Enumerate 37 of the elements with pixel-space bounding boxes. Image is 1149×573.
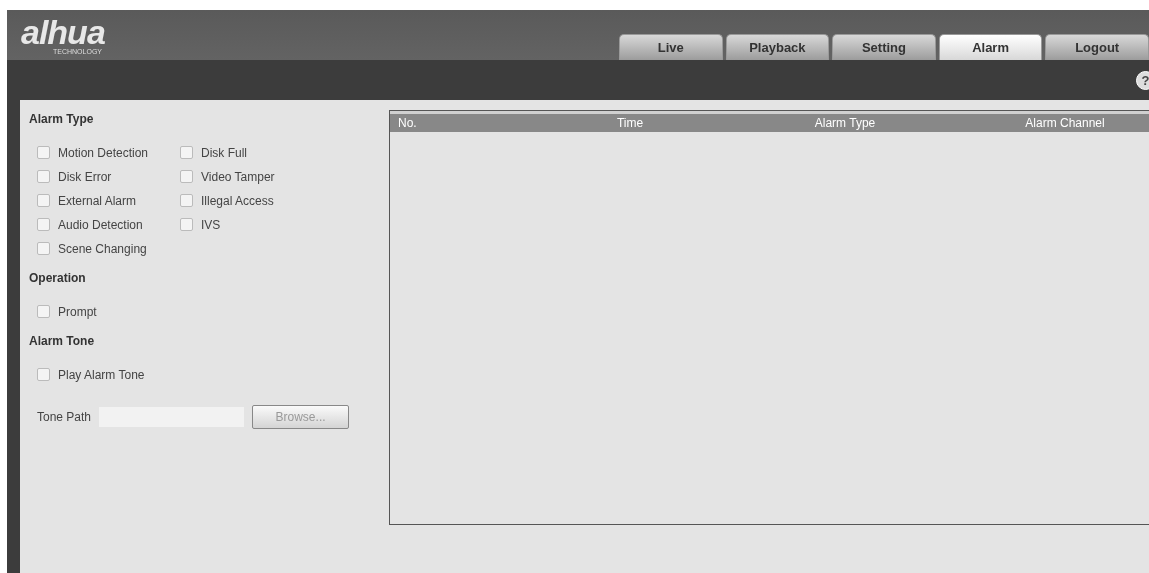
column-header: Alarm Channel: [1024, 115, 1106, 132]
nav-tab[interactable]: Live: [619, 34, 723, 60]
checkbox-option[interactable]: Play Alarm Tone: [37, 366, 237, 383]
checkbox[interactable]: [180, 194, 193, 207]
nav-tab[interactable]: Logout: [1045, 34, 1149, 60]
section-title: Alarm Tone: [29, 334, 96, 350]
checkbox[interactable]: [37, 218, 50, 231]
checkbox-option[interactable]: Motion Detection: [37, 144, 180, 161]
checkbox-option[interactable]: Prompt: [37, 303, 237, 320]
nav-tab[interactable]: Alarm: [938, 34, 1043, 60]
checkbox[interactable]: [37, 305, 50, 318]
section-title: Operation: [29, 271, 87, 287]
checkbox[interactable]: [180, 170, 193, 183]
column-header: Time: [615, 115, 645, 132]
checkbox-option[interactable]: Illegal Access: [180, 192, 300, 209]
checkbox-option[interactable]: Disk Error: [37, 168, 180, 185]
checkbox-option[interactable]: Disk Full: [180, 144, 300, 161]
column-header: No.: [397, 115, 418, 132]
checkbox[interactable]: [180, 146, 193, 159]
nav-tab[interactable]: Playback: [725, 34, 830, 60]
tone-path-label: Tone Path: [37, 410, 92, 424]
checkbox[interactable]: [37, 368, 50, 381]
checkbox[interactable]: [37, 194, 50, 207]
checkbox[interactable]: [37, 170, 50, 183]
section-title: Alarm Type: [29, 112, 95, 128]
checkbox[interactable]: [180, 218, 193, 231]
checkbox-option[interactable]: Scene Changing: [37, 240, 180, 257]
checkbox-option[interactable]: IVS: [180, 216, 300, 233]
checkbox-option[interactable]: Audio Detection: [37, 216, 180, 233]
help-icon[interactable]: ?: [1136, 70, 1149, 90]
nav-tab[interactable]: Setting: [832, 34, 936, 60]
brand-logo: alhua: [21, 15, 105, 48]
checkbox[interactable]: [37, 242, 50, 255]
column-header: Alarm Type: [813, 115, 877, 132]
checkbox-option[interactable]: Video Tamper: [180, 168, 300, 185]
checkbox-option[interactable]: External Alarm: [37, 192, 180, 209]
checkbox[interactable]: [37, 146, 50, 159]
